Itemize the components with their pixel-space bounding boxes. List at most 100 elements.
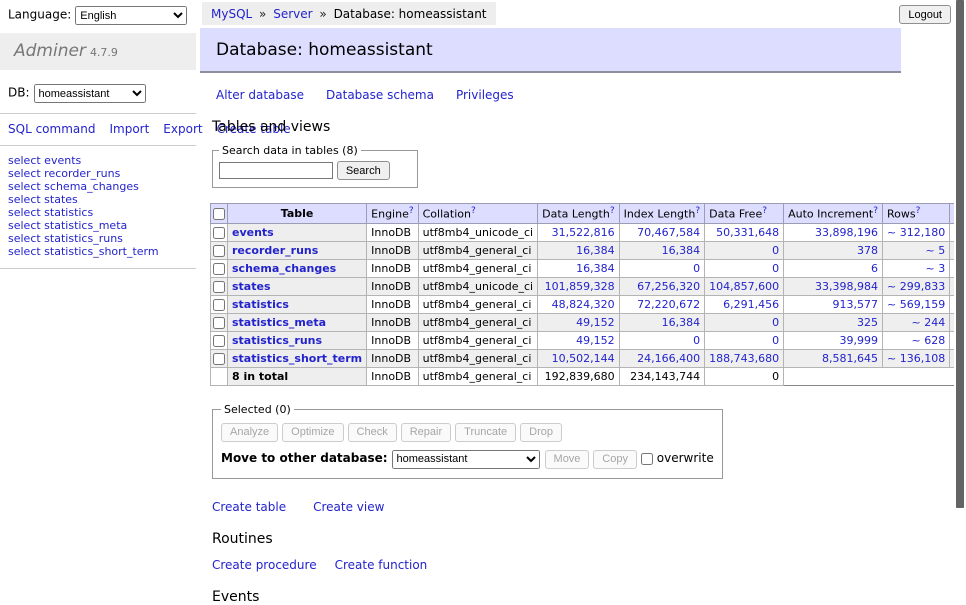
table-link-statistics-meta[interactable]: statistics_meta <box>232 316 326 329</box>
analyze-button[interactable]: Analyze <box>221 423 278 442</box>
overwrite-checkbox[interactable] <box>641 453 653 465</box>
column-header-auto-increment: Auto Increment? <box>784 204 883 224</box>
column-header-rows: Rows? <box>883 204 950 224</box>
events-heading: Events <box>212 589 954 605</box>
row-checkbox[interactable] <box>213 263 225 275</box>
table-link-statistics-short-term[interactable]: statistics_short_term <box>232 352 362 365</box>
select-all-checkbox[interactable] <box>213 208 225 220</box>
rows-cell: ~ 244 <box>883 313 950 331</box>
db-link-privileges[interactable]: Privileges <box>456 88 514 102</box>
db-link-database-schema[interactable]: Database schema <box>326 88 434 102</box>
column-help-link[interactable]: ? <box>916 206 921 216</box>
row-checkbox[interactable] <box>213 335 225 347</box>
overwrite-label: overwrite <box>657 451 714 465</box>
sidebar-table-link-select-statistics-meta[interactable]: select statistics_meta <box>8 219 188 232</box>
table-link-states[interactable]: states <box>232 280 271 293</box>
column-help-link[interactable]: ? <box>873 206 878 216</box>
sidebar-table-link-select-statistics-runs[interactable]: select statistics_runs <box>8 232 188 245</box>
database-links: Alter database Database schema Privileges <box>216 88 954 102</box>
truncate-button[interactable]: Truncate <box>455 423 516 442</box>
table-link-recorder-runs[interactable]: recorder_runs <box>232 244 318 257</box>
breadcrumb-mysql-link[interactable]: MySQL <box>211 7 252 21</box>
routine-link-create-function[interactable]: Create function <box>335 558 428 572</box>
repair-button[interactable]: Repair <box>401 423 451 442</box>
check-button[interactable]: Check <box>348 423 397 442</box>
content: MySQL » Server » Database: homeassistant… <box>200 0 954 605</box>
search-input[interactable] <box>219 162 333 179</box>
collation-cell: utf8mb4_general_ci <box>418 349 537 367</box>
data-free-cell: 0 <box>705 331 784 349</box>
table-link-statistics[interactable]: statistics <box>232 298 289 311</box>
search-button[interactable]: Search <box>337 161 390 180</box>
column-header-collation: Collation? <box>418 204 537 224</box>
rows-cell: ~ 312,180 <box>883 223 950 241</box>
breadcrumb-server-link[interactable]: Server <box>273 7 312 21</box>
create-links: Create table Create view <box>212 500 954 514</box>
data-length-cell: 49,152 <box>538 313 619 331</box>
column-help-link[interactable]: ? <box>471 206 476 216</box>
auto-increment-cell: 913,577 <box>784 295 883 313</box>
row-checkbox[interactable] <box>213 227 225 239</box>
table-link-statistics-runs[interactable]: statistics_runs <box>232 334 322 347</box>
row-checkbox[interactable] <box>213 281 225 293</box>
table-link-schema-changes[interactable]: schema_changes <box>232 262 336 275</box>
page-title: Database: homeassistant <box>200 28 901 73</box>
tables-table: TableEngine?Collation?Data Length?Index … <box>210 203 966 386</box>
scrollbar-thumb[interactable] <box>956 0 964 508</box>
sidebar-action-import[interactable]: Import <box>109 122 149 136</box>
total-collation: utf8mb4_general_ci <box>418 367 537 385</box>
row-checkbox[interactable] <box>213 353 225 365</box>
language-label: Language: <box>8 8 71 22</box>
table-row: recorder_runsInnoDButf8mb4_general_ci16,… <box>211 241 966 259</box>
index-length-cell: 70,467,584 <box>619 223 705 241</box>
logout-button[interactable]: Logout <box>899 5 951 24</box>
sidebar-table-link-select-recorder-runs[interactable]: select recorder_runs <box>8 167 188 180</box>
collation-cell: utf8mb4_general_ci <box>418 295 537 313</box>
language-select[interactable]: English <box>75 6 187 25</box>
sidebar-table-link-select-statistics[interactable]: select statistics <box>8 206 188 219</box>
sidebar-table-link-select-statistics-short-term[interactable]: select statistics_short_term <box>8 245 188 258</box>
db-link-alter-database[interactable]: Alter database <box>216 88 304 102</box>
row-checkbox[interactable] <box>213 245 225 257</box>
move-db-select[interactable]: homeassistant <box>392 450 540 469</box>
sidebar-action-export[interactable]: Export <box>163 122 202 136</box>
engine-cell: InnoDB <box>367 259 418 277</box>
sidebar-action-sql-command[interactable]: SQL command <box>8 122 95 136</box>
optimize-button[interactable]: Optimize <box>282 423 343 442</box>
table-row: statistics_runsInnoDButf8mb4_general_ci4… <box>211 331 966 349</box>
total-data-free: 0 <box>705 367 784 385</box>
table-row: statistics_short_termInnoDButf8mb4_gener… <box>211 349 966 367</box>
sidebar-table-link-select-schema-changes[interactable]: select schema_changes <box>8 180 188 193</box>
routines-heading: Routines <box>212 531 954 547</box>
create-link-create-view[interactable]: Create view <box>313 500 384 514</box>
drop-button[interactable]: Drop <box>520 423 562 442</box>
move-button[interactable]: Move <box>545 450 590 469</box>
sidebar-table-link-select-events[interactable]: select events <box>8 154 188 167</box>
auto-increment-cell: 325 <box>784 313 883 331</box>
table-total-row: 8 in totalInnoDButf8mb4_general_ci192,83… <box>211 367 966 385</box>
total-index-length: 234,143,744 <box>619 367 705 385</box>
copy-button[interactable]: Copy <box>593 450 637 469</box>
index-length-cell: 72,220,672 <box>619 295 705 313</box>
db-select[interactable]: homeassistant <box>34 84 146 103</box>
table-link-events[interactable]: events <box>232 226 274 239</box>
create-link-create-table[interactable]: Create table <box>212 500 286 514</box>
auto-increment-cell: 33,898,196 <box>784 223 883 241</box>
row-checkbox[interactable] <box>213 317 225 329</box>
data-length-cell: 101,859,328 <box>538 277 619 295</box>
column-help-link[interactable]: ? <box>695 206 700 216</box>
scrollbar-track[interactable] <box>954 0 966 543</box>
routine-link-create-procedure[interactable]: Create procedure <box>212 558 317 572</box>
selected-legend: Selected (0) <box>221 403 294 416</box>
column-help-link[interactable]: ? <box>409 206 414 216</box>
table-row: statisticsInnoDButf8mb4_general_ci48,824… <box>211 295 966 313</box>
sidebar-table-link-select-states[interactable]: select states <box>8 193 188 206</box>
table-header-row: TableEngine?Collation?Data Length?Index … <box>211 204 966 224</box>
data-free-cell: 0 <box>705 241 784 259</box>
search-legend: Search data in tables (8) <box>219 144 361 157</box>
total-engine: InnoDB <box>367 367 418 385</box>
column-help-link[interactable]: ? <box>610 206 615 216</box>
column-help-link[interactable]: ? <box>762 206 767 216</box>
index-length-cell: 67,256,320 <box>619 277 705 295</box>
row-checkbox[interactable] <box>213 299 225 311</box>
